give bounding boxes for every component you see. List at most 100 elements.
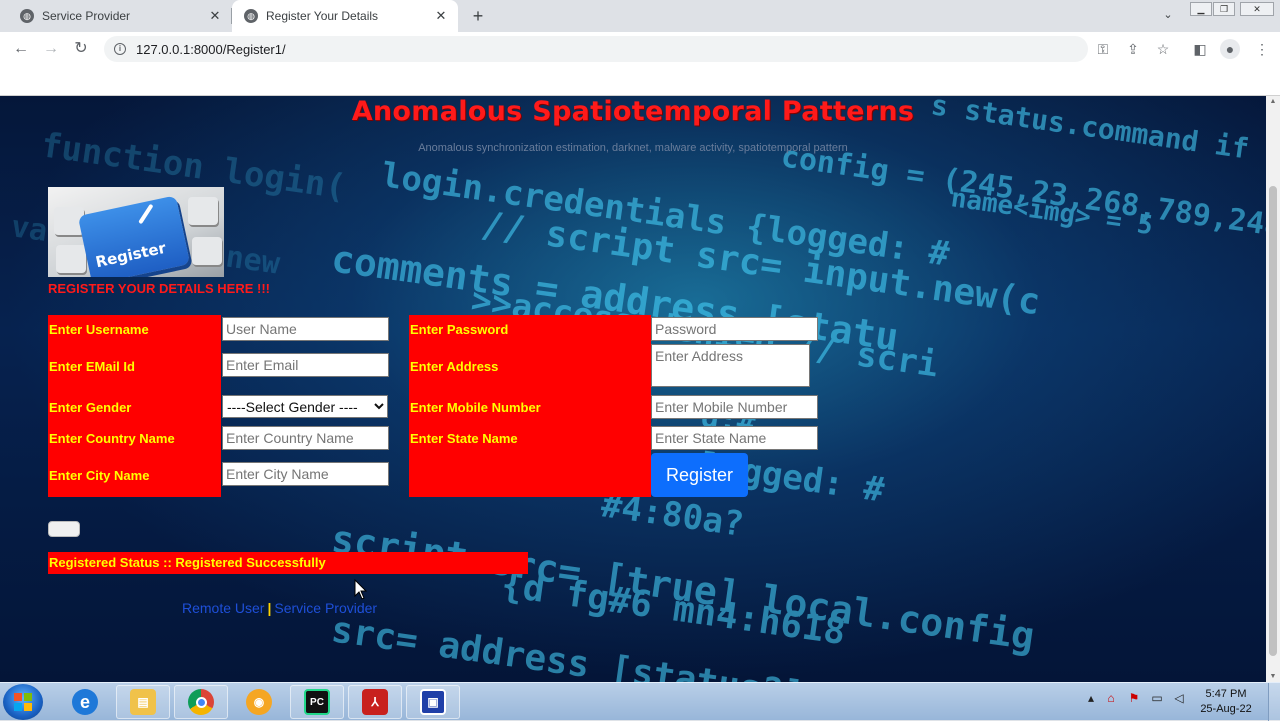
app-window-icon: ▣ [420,689,446,715]
tab-service-provider[interactable]: ◍ Service Provider ✕ [8,0,232,32]
tray-display-icon[interactable]: ▭ [1148,691,1166,709]
taskbar-explorer[interactable]: ▤ [116,685,170,719]
password-input[interactable] [651,317,818,341]
key-icon[interactable]: ⚿ [1093,39,1113,59]
tray-volume-icon[interactable]: ◁ [1170,691,1188,709]
keyboard-key-icon [188,197,218,225]
acrobat-icon: ⅄ [362,689,388,715]
address-textarea[interactable] [651,344,810,387]
minimize-icon[interactable]: ▁ [1190,2,1212,16]
back-icon[interactable]: ← [11,39,31,59]
svg-text:login.credentials {logged: #: login.credentials {logged: # [379,155,953,274]
scroll-down-icon[interactable]: ▼ [1269,673,1277,680]
windows-taskbar: e ▤ ◉ PC ⅄ ▣ ▴ ⌂ ⚑ ▭ ◁ 5:47 PM 25-Aug-22 [0,682,1280,721]
footer-links: Remote User | Service Provider [182,600,377,616]
clock-date: 25-Aug-22 [1200,703,1252,715]
scroll-up-icon[interactable]: ▲ [1269,98,1277,105]
show-desktop-button[interactable] [1268,683,1280,721]
browser-toolbar: ← → ↻ i 127.0.0.1:8000/Register1/ ⚿ ⇪ ☆ … [0,32,1280,66]
pycharm-icon: PC [304,689,330,715]
profile-avatar-icon[interactable]: ● [1220,39,1240,59]
address-bar[interactable]: i 127.0.0.1:8000/Register1/ [104,36,1088,62]
taskbar-pycharm[interactable]: PC [290,685,344,719]
scroll-thumb[interactable] [1269,186,1277,656]
new-tab-icon[interactable]: + [468,6,488,26]
register-key-label: Register [93,238,168,272]
close-tab-icon[interactable]: ✕ [208,9,222,23]
page-top-band [0,66,1280,96]
file-explorer-icon: ▤ [130,689,156,715]
register-key-icon: Register [77,195,191,277]
site-title: Anomalous Spatiotemporal Patterns [351,96,915,127]
taskbar-acrobat[interactable]: ⅄ [348,685,402,719]
svg-text:src= address [status?] code<: src= address [status?] code< [329,609,936,682]
url-text: 127.0.0.1:8000/Register1/ [136,41,286,57]
taskbar-chrome[interactable] [174,685,228,719]
city-label: Enter City Name [49,468,150,483]
register-key-image: Register [48,187,224,277]
register-button[interactable]: Register [651,453,748,497]
globe-icon: ◍ [20,9,34,23]
forward-icon[interactable]: → [41,39,61,59]
gender-label: Enter Gender [49,400,132,415]
windows-logo-icon [14,693,32,711]
chrome-icon [188,689,214,715]
tab-title: Register Your Details [266,9,379,23]
svg-text:// script src= input.new(c: // script src= input.new(c [479,204,1043,323]
password-label: Enter Password [410,322,509,337]
country-input[interactable] [222,426,389,450]
menu-icon[interactable]: ⋮ [1252,39,1272,59]
state-input[interactable] [651,426,818,450]
internet-explorer-icon: e [72,689,98,715]
restore-icon[interactable]: ❐ [1213,2,1235,16]
close-window-icon[interactable]: ✕ [1240,2,1274,16]
star-icon[interactable]: ☆ [1153,39,1173,59]
tray-network-alert-icon[interactable]: ⌂ [1102,691,1120,709]
site-subtitle: Anomalous synchronization estimation, da… [418,142,848,154]
city-input[interactable] [222,462,389,486]
taskbar-ie[interactable]: e [58,685,112,719]
side-panel-icon[interactable]: ◧ [1190,39,1210,59]
mobile-input[interactable] [651,395,818,419]
status-message: Registered Status :: Registered Successf… [49,555,326,570]
svg-text:script src= [true] local.confi: script src= [true] local.config [329,516,1037,658]
remote-user-link[interactable]: Remote User [182,600,264,616]
gender-select[interactable]: ----Select Gender ---- [222,395,388,418]
page-scrollbar[interactable]: ▲ ▼ [1266,96,1280,682]
tab-register-details[interactable]: ◍ Register Your Details ✕ [232,0,458,32]
share-icon[interactable]: ⇪ [1123,39,1143,59]
reload-icon[interactable]: ↻ [71,39,91,59]
username-label: Enter Username [49,322,149,337]
taskbar-clock[interactable]: 5:47 PM 25-Aug-22 [1196,687,1256,717]
email-input[interactable] [222,353,389,377]
address-label: Enter Address [410,359,499,374]
svg-text:{d fg#6 mn4:h618: {d fg#6 mn4:h618 [499,564,848,653]
blank-button[interactable] [48,521,80,537]
register-heading: REGISTER YOUR DETAILS HERE !!! [48,281,270,296]
service-provider-link[interactable]: Service Provider [274,600,377,616]
site-info-icon[interactable]: i [114,43,126,55]
taskbar-app-window[interactable]: ▣ [406,685,460,719]
close-tab-icon[interactable]: ✕ [434,9,448,23]
keyboard-key-icon [192,237,222,265]
tab-title: Service Provider [42,9,131,23]
vpn-icon: ◉ [246,689,272,715]
page-content: s status.command if config = (245,23,268… [0,96,1266,682]
tab-search-chevron-icon[interactable]: ⌄ [1160,8,1176,24]
tray-expand-icon[interactable]: ▴ [1082,691,1100,709]
svg-text:config = (245,23,268,789,248): config = (245,23,268,789,248) [779,139,1266,247]
state-label: Enter State Name [410,431,518,446]
keyboard-key-icon [56,245,86,273]
pen-icon [138,203,154,225]
username-input[interactable] [222,317,389,341]
country-label: Enter Country Name [49,431,175,446]
globe-icon: ◍ [244,9,258,23]
tray-flag-icon[interactable]: ⚑ [1125,691,1143,709]
email-label: Enter EMail Id [49,359,135,374]
taskbar-vpn[interactable]: ◉ [232,685,286,719]
clock-time: 5:47 PM [1205,688,1247,700]
mobile-label: Enter Mobile Number [410,400,541,415]
status-bar: Registered Status :: Registered Successf… [48,552,528,574]
mouse-cursor-icon [354,578,368,600]
start-button[interactable] [3,684,43,720]
